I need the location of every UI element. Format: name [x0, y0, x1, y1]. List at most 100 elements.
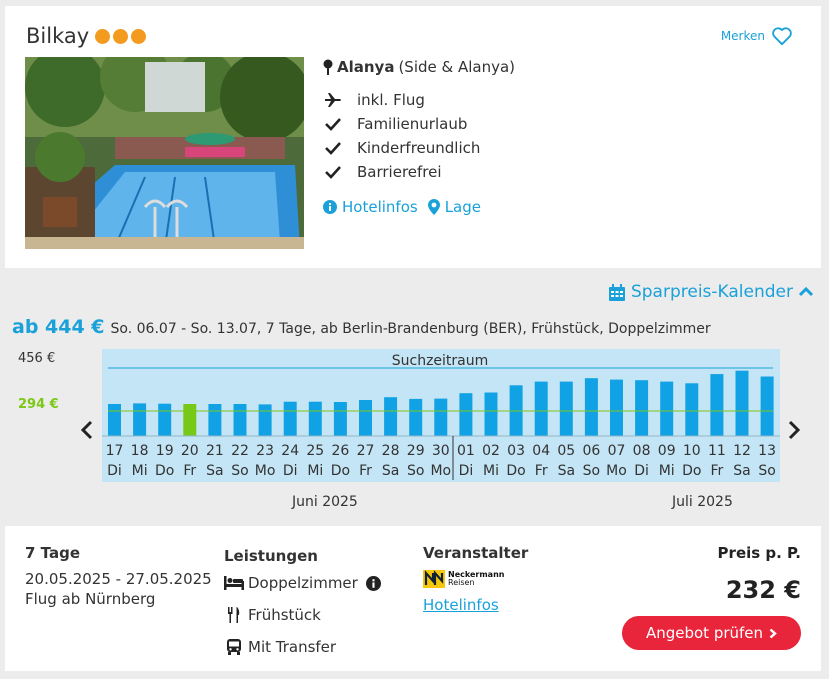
weekday-label: Sa [206, 463, 223, 479]
offer-dates: 20.05.2025 - 27.05.2025 [25, 570, 212, 588]
day-number-label: 03 [507, 443, 525, 459]
service-label: Mit Transfer [248, 638, 337, 656]
price-value: 232 € [725, 576, 801, 604]
offer-hotelinfos-link[interactable]: Hotelinfos [423, 596, 528, 614]
offer-services: Leistungen Doppelzimmer Frühstück Mit Tr… [224, 544, 381, 667]
hotel-info: Alanya (Side & Alanya) inkl. Flug Famili… [323, 58, 515, 216]
price-bar[interactable] [559, 381, 573, 436]
hotel-photo[interactable] [25, 57, 304, 249]
service-board: Frühstück [224, 603, 381, 627]
chevron-right-icon [769, 628, 777, 638]
feature-family: Familienurlaub [323, 112, 515, 136]
price-bar[interactable] [359, 400, 372, 436]
weekday-label: Do [155, 463, 174, 479]
info-icon[interactable] [365, 575, 381, 591]
price-from: ab 444 € [12, 316, 105, 338]
day-number-label: 18 [131, 443, 149, 459]
hotel-name[interactable]: Bilkay [26, 24, 89, 48]
day-number-label: 25 [306, 443, 324, 459]
price-bar[interactable] [233, 404, 247, 436]
day-number-label: 19 [156, 443, 174, 459]
day-number-label: 09 [658, 443, 676, 459]
day-number-label: 11 [708, 443, 726, 459]
price-bar[interactable] [484, 392, 498, 437]
price-bar[interactable] [635, 380, 649, 436]
feature-label: Familienurlaub [357, 115, 468, 133]
price-bar[interactable] [158, 403, 172, 436]
price-bar[interactable] [333, 402, 347, 436]
price-bar[interactable] [660, 381, 674, 436]
price-bar[interactable] [384, 397, 398, 436]
rating-dot [113, 28, 129, 44]
weekday-label: Di [634, 463, 649, 479]
price-bar[interactable] [133, 403, 147, 436]
weekday-label: Sa [733, 463, 750, 479]
feature-flight: inkl. Flug [323, 88, 515, 112]
price-bar[interactable] [283, 401, 297, 436]
price-bar[interactable] [610, 379, 623, 436]
lage-link[interactable]: Lage [427, 198, 481, 216]
weekday-label: Do [682, 463, 701, 479]
day-number-label: 05 [557, 443, 575, 459]
price-bar[interactable] [685, 383, 699, 436]
day-number-label: 13 [758, 443, 776, 459]
map-pin-icon [323, 59, 333, 75]
price-bar[interactable] [760, 376, 774, 437]
price-bar[interactable] [710, 374, 724, 436]
day-number-label: 06 [582, 443, 600, 459]
weekday-label: Sa [382, 463, 399, 479]
weekday-label: So [407, 463, 424, 479]
offer-operator: Veranstalter Neckermann Reisen Hotelinfos [423, 544, 528, 622]
price-bar[interactable] [258, 404, 272, 436]
operator-logo-line: Reisen [448, 578, 475, 587]
chevron-right-icon[interactable] [787, 420, 801, 445]
weekday-label: Sa [558, 463, 575, 479]
weekday-label: Mi [307, 463, 323, 479]
bus-icon [227, 639, 241, 655]
price-bar[interactable] [434, 398, 448, 436]
day-number-label: 07 [608, 443, 626, 459]
hotel-pool-image [25, 57, 304, 249]
price-bar[interactable] [459, 393, 473, 436]
offer-travel-info: 7 Tage 20.05.2025 - 27.05.2025 Flug ab N… [25, 544, 212, 610]
feature-label: Kinderfreundlich [357, 139, 481, 157]
weekday-label: Mo [430, 463, 451, 479]
feature-accessible: Barrierefrei [323, 160, 515, 184]
price-bar[interactable] [108, 404, 121, 436]
feature-label: inkl. Flug [357, 91, 425, 109]
weekday-label: Di [107, 463, 122, 479]
price-bar[interactable] [208, 404, 222, 436]
price-bar[interactable] [584, 378, 598, 436]
cta-label: Angebot prüfen [645, 624, 764, 642]
merken-button[interactable]: Merken [721, 26, 793, 46]
weekday-label: Mi [132, 463, 148, 479]
neckermann-logo-mark [423, 570, 445, 588]
hotel-rating [95, 28, 147, 44]
month-label-june: Juni 2025 [292, 494, 358, 510]
day-number-label: 08 [633, 443, 651, 459]
hotelinfos-link[interactable]: Hotelinfos [323, 198, 418, 216]
day-number-label: 01 [457, 443, 475, 459]
cutlery-icon [228, 607, 240, 623]
merken-label: Merken [720, 29, 765, 43]
angebot-pruefen-button[interactable]: Angebot prüfen [622, 616, 801, 650]
price-bar[interactable] [308, 401, 322, 436]
location-city: Alanya [337, 58, 395, 76]
price-bar[interactable] [409, 398, 423, 436]
weekday-label: Fr [183, 463, 196, 479]
sparpreis-kalender-toggle[interactable]: Sparpreis-Kalender [608, 282, 813, 302]
price-bar-selected[interactable] [183, 404, 197, 436]
check-icon [325, 142, 341, 155]
calendar-icon [608, 283, 625, 301]
month-label-july: Juli 2025 [672, 494, 733, 510]
day-number-label: 23 [256, 443, 274, 459]
price-calendar-chart: Suchzeitraum 17 Di 18 Mi 19 Do 20 Fr 21 Sa 22 So 23 M… [102, 349, 780, 482]
price-bar[interactable] [534, 381, 548, 436]
lage-label: Lage [444, 198, 481, 216]
weekday-label: So [583, 463, 600, 479]
sparpreis-label: Sparpreis-Kalender [630, 282, 793, 302]
day-number-label: 10 [683, 443, 701, 459]
selected-offer-summary: ab 444 € So. 06.07 - So. 13.07, 7 Tage, … [12, 316, 711, 338]
chevron-left-icon[interactable] [80, 420, 94, 445]
price-bar[interactable] [735, 370, 749, 436]
